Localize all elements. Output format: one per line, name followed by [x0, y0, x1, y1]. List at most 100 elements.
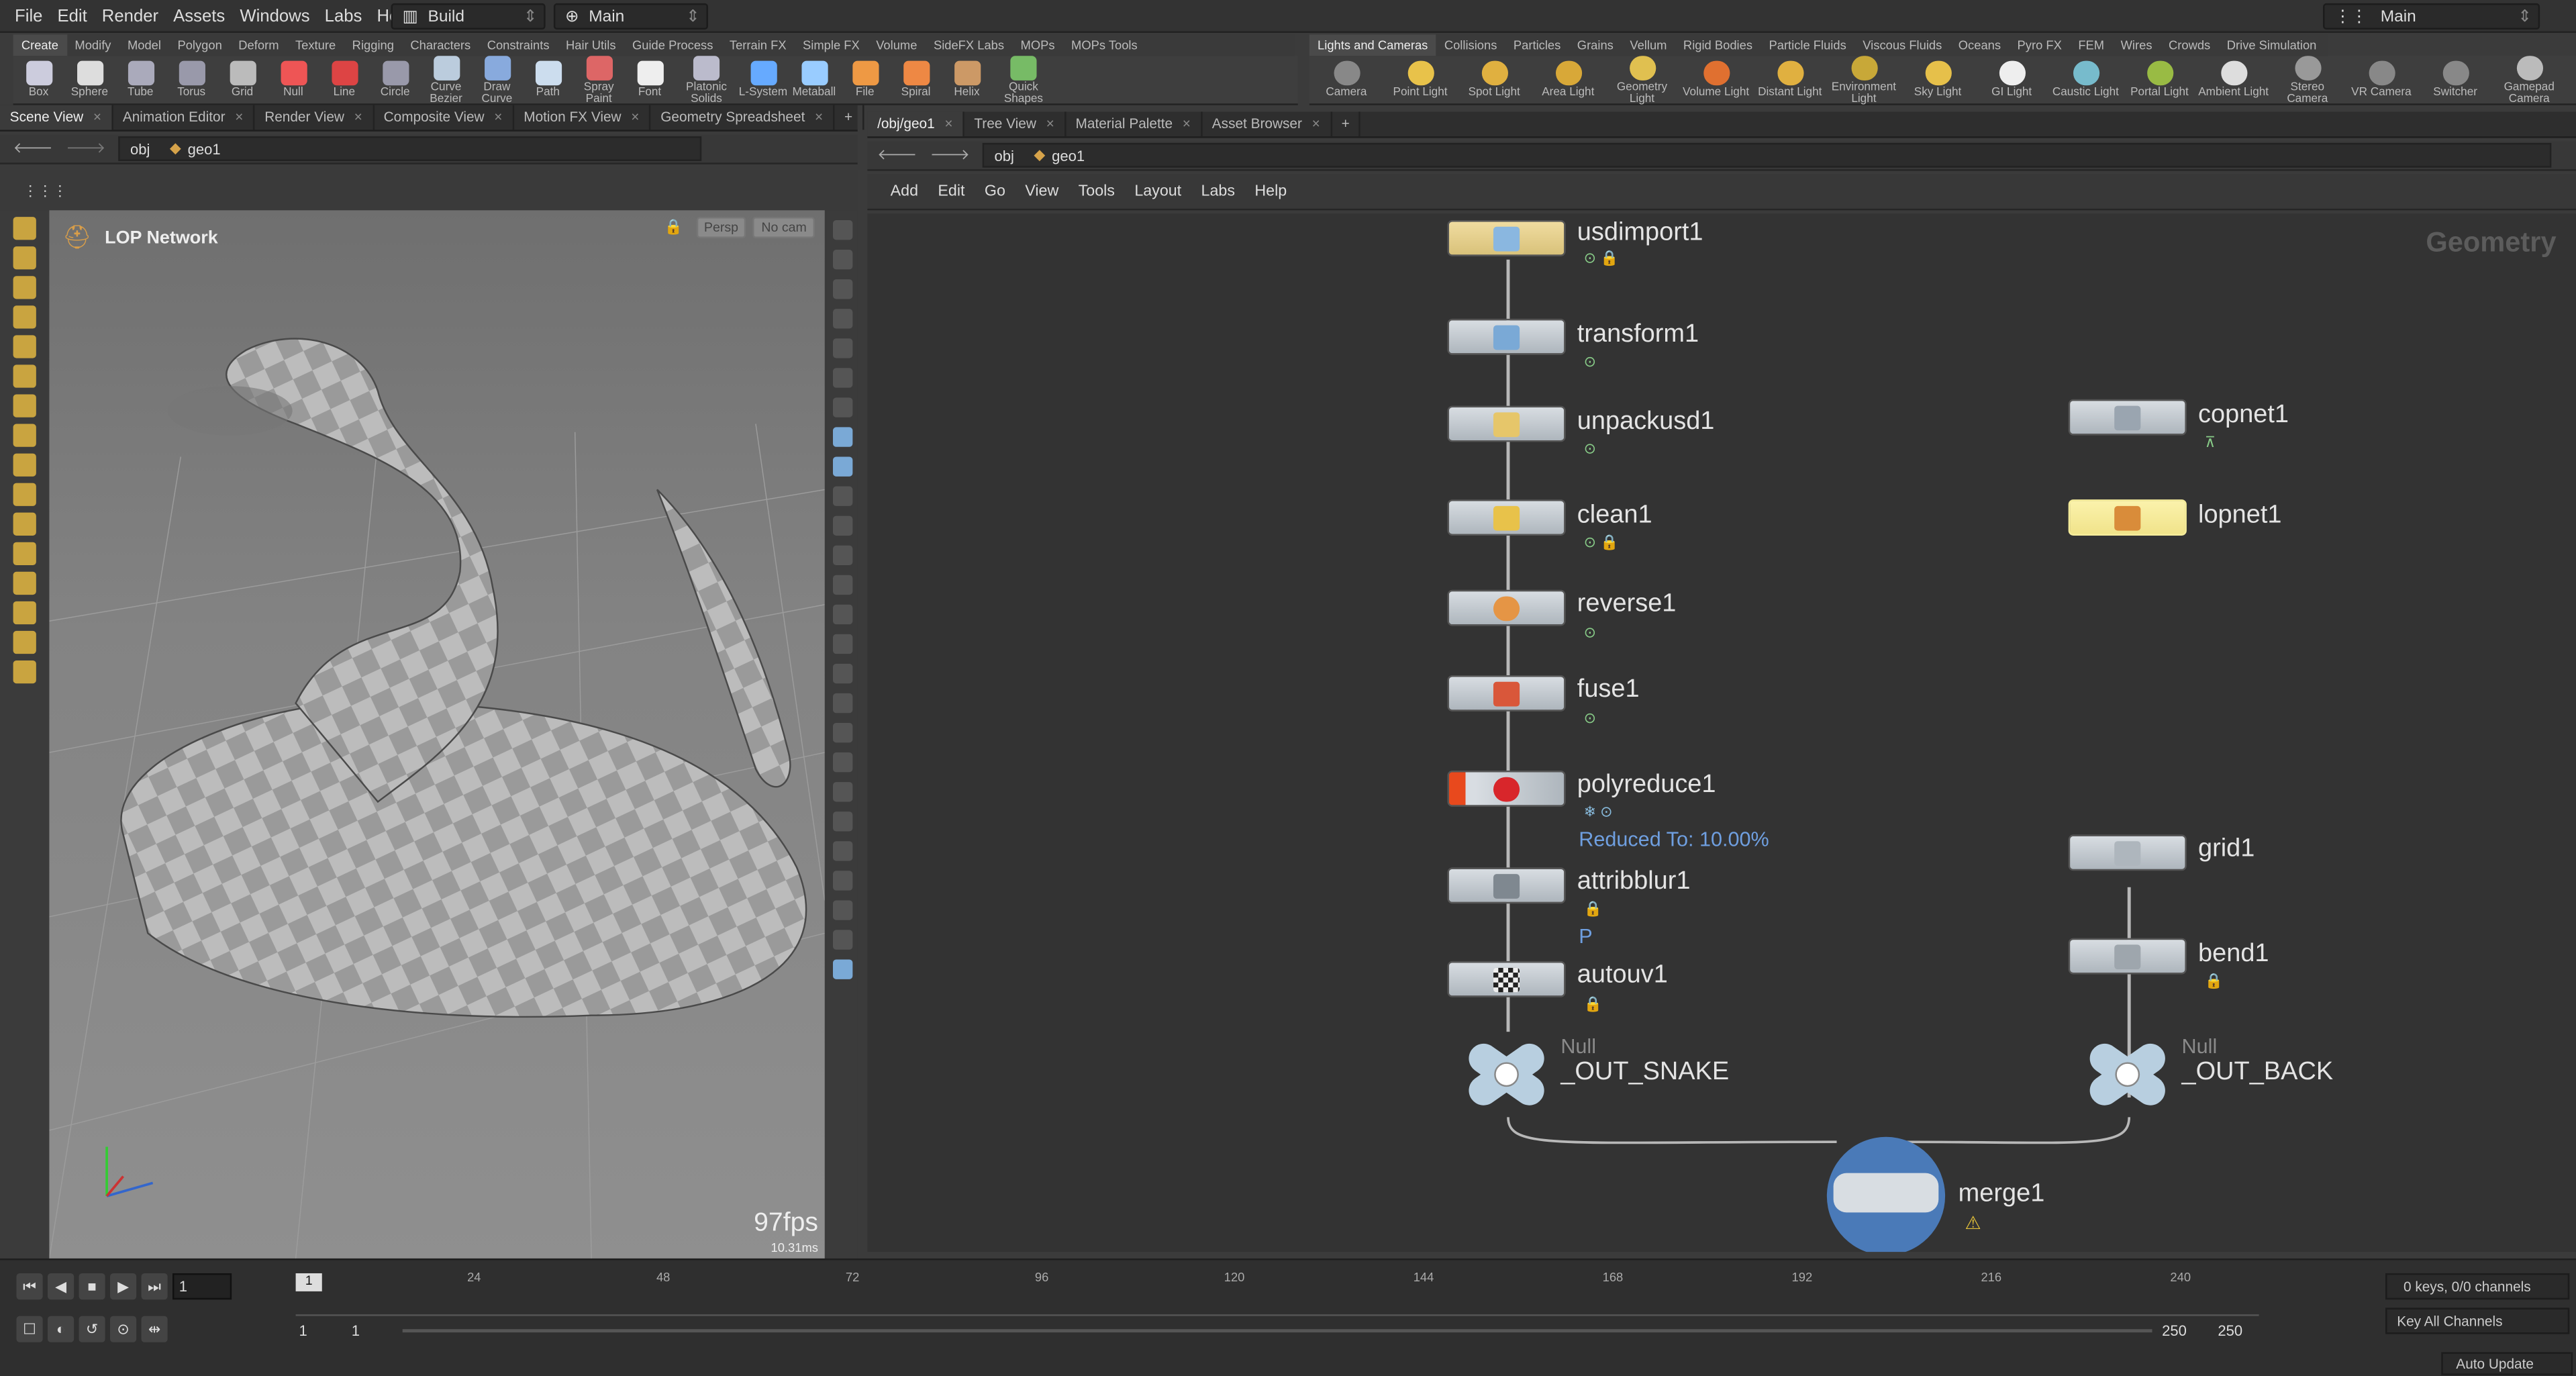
menu-assets[interactable]: Assets [173, 6, 225, 26]
shelf-tab-simple-fx[interactable]: Simple FX [795, 34, 868, 56]
shelf-tab-hair-utils[interactable]: Hair Utils [558, 34, 624, 56]
add-tab-icon[interactable]: + [834, 105, 864, 130]
tool-portal-light[interactable]: Portal Light [2122, 60, 2196, 99]
shelf-tab-sidefx-labs[interactable]: SideFX Labs [926, 34, 1013, 56]
desktop-right-dropdown[interactable]: ⋮⋮ Main ⇕ [2323, 3, 2540, 30]
shelf-tab-texture[interactable]: Texture [287, 34, 344, 56]
tool-platonic-solids[interactable]: Platonic Solids [675, 54, 738, 104]
tool-sky-light[interactable]: Sky Light [1901, 60, 1975, 99]
shelf-tab-polygon[interactable]: Polygon [169, 34, 230, 56]
play-reverse-icon[interactable]: ◀ [47, 1273, 75, 1300]
shelf-tab-wires[interactable]: Wires [2112, 34, 2160, 56]
net-menu-add[interactable]: Add [891, 183, 918, 201]
node-attribblur[interactable] [1447, 867, 1566, 904]
shelf-tab-rigid-bodies[interactable]: Rigid Bodies [1675, 34, 1761, 56]
node-usdimport[interactable] [1447, 219, 1566, 256]
shelf-tab-terrain-fx[interactable]: Terrain FX [722, 34, 795, 56]
tool-grid-icon[interactable] [13, 512, 36, 536]
close-icon[interactable]: × [1046, 115, 1054, 131]
menu-windows[interactable]: Windows [240, 6, 309, 26]
net-menu-go[interactable]: Go [985, 183, 1005, 201]
net-menu-edit[interactable]: Edit [938, 183, 964, 201]
tool-torus[interactable]: Torus [166, 60, 217, 99]
menu-labs[interactable]: Labs [325, 6, 362, 26]
tool-volume-light[interactable]: Volume Light [1679, 60, 1753, 99]
tool-grid[interactable]: Grid [217, 60, 268, 99]
tool-distant-light[interactable]: Distant Light [1753, 60, 1827, 99]
node-copnet[interactable] [2068, 399, 2187, 436]
tool-camera[interactable]: Camera [1309, 60, 1383, 99]
camera-menu[interactable]: No cam [753, 217, 815, 238]
pane-tab-animation-editor[interactable]: Animation Editor × [113, 105, 255, 130]
display-option-icon[interactable] [832, 486, 852, 506]
shelf-tab-vellum[interactable]: Vellum [1622, 34, 1675, 56]
node-out-back[interactable] [2081, 1042, 2173, 1108]
node-bend[interactable] [2068, 938, 2187, 975]
grid-menu-icon[interactable]: ⋮⋮⋮ [23, 181, 67, 199]
tool-environment-light[interactable]: Environment Light [1827, 54, 1901, 104]
shelf-tab-rigging[interactable]: Rigging [344, 34, 402, 56]
close-icon[interactable]: × [354, 109, 362, 125]
tool-snap-icon[interactable] [13, 483, 36, 506]
tool-lock-icon[interactable] [13, 246, 36, 270]
close-icon[interactable]: × [815, 109, 823, 125]
display-option-icon[interactable] [832, 871, 852, 891]
forward-arrow-icon[interactable]: 🡒 [930, 146, 970, 164]
node-unpackusd[interactable] [1447, 405, 1566, 442]
node-fuse[interactable] [1447, 675, 1566, 711]
node-grid[interactable] [2068, 834, 2187, 871]
pane-tab-render-view[interactable]: Render View × [255, 105, 374, 130]
pane-tab-motion-fx-view[interactable]: Motion FX View × [514, 105, 651, 130]
display-option-icon[interactable] [832, 663, 852, 684]
shelf-tab-model[interactable]: Model [119, 34, 170, 56]
pane-tab-geometry-spreadsheet[interactable]: Geometry Spreadsheet × [651, 105, 835, 130]
path-geo[interactable]: geo1 [188, 140, 221, 156]
shelf-tab-oceans[interactable]: Oceans [1950, 34, 2010, 56]
loop-icon[interactable]: ↺ [79, 1316, 105, 1342]
tool-measure-icon[interactable] [13, 571, 36, 595]
tool-gamepad-camera[interactable]: Gamepad Camera [2492, 54, 2566, 104]
shelf-tab-constraints[interactable]: Constraints [479, 34, 557, 56]
display-option-icon[interactable] [832, 900, 852, 920]
node-transform[interactable] [1447, 318, 1566, 355]
tool-magnet-icon[interactable] [13, 453, 36, 477]
timeline-bar[interactable]: 1 24 48 72 96 120 144 168 192 216 240 [295, 1270, 2259, 1316]
persp-menu[interactable]: Persp [695, 217, 747, 238]
shelf-tab-collisions[interactable]: Collisions [1436, 34, 1505, 56]
node-clean[interactable] [1447, 499, 1566, 536]
range-start[interactable]: 1 [299, 1322, 307, 1338]
tool-scale-icon[interactable] [13, 394, 36, 417]
display-option-icon[interactable] [832, 456, 852, 477]
shelf-tab-viscous-fluids[interactable]: Viscous Fluids [1854, 34, 1950, 56]
shelf-tab-mops[interactable]: MOPs [1012, 34, 1062, 56]
frame-step-icon[interactable]: ⇹ [141, 1316, 168, 1342]
path-obj[interactable]: obj [995, 147, 1014, 163]
close-icon[interactable]: × [631, 109, 639, 125]
tool-box[interactable]: Box [13, 60, 64, 99]
path-geo[interactable]: geo1 [1052, 147, 1085, 163]
close-icon[interactable]: × [235, 109, 243, 125]
net-menu-tools[interactable]: Tools [1079, 183, 1115, 201]
tool-stereo-camera[interactable]: Stereo Camera [2271, 54, 2344, 104]
shelf-tab-particle-fluids[interactable]: Particle Fluids [1761, 34, 1854, 56]
display-option-icon[interactable] [832, 693, 852, 714]
display-option-icon[interactable] [832, 604, 852, 625]
shelf-tab-guide-process[interactable]: Guide Process [624, 34, 722, 56]
back-arrow-icon[interactable]: 🡐 [13, 140, 53, 158]
display-option-icon[interactable] [832, 841, 852, 861]
play-icon[interactable]: ▶ [109, 1273, 137, 1300]
close-icon[interactable]: × [1183, 115, 1191, 131]
network-path-field[interactable]: obj ◆ geo1 [983, 142, 2552, 168]
tool-pose-icon[interactable] [13, 335, 36, 358]
node-merge[interactable] [1826, 1136, 1946, 1252]
node-autouv[interactable] [1447, 961, 1566, 997]
close-icon[interactable]: × [944, 115, 952, 131]
display-option-icon[interactable] [832, 722, 852, 743]
stop-icon[interactable]: ■ [79, 1273, 105, 1300]
tool-path[interactable]: Path [522, 60, 573, 99]
network-editor[interactable]: Geometry usdimport1 ⊙ 🔒 transform1 ⊙ unp… [867, 213, 2576, 1252]
range-end[interactable]: 250 [2162, 1322, 2187, 1338]
tool-view-icon[interactable] [13, 276, 36, 299]
add-tab-icon[interactable]: + [1332, 111, 1361, 137]
tool-spray-paint[interactable]: Spray Paint [573, 54, 624, 104]
